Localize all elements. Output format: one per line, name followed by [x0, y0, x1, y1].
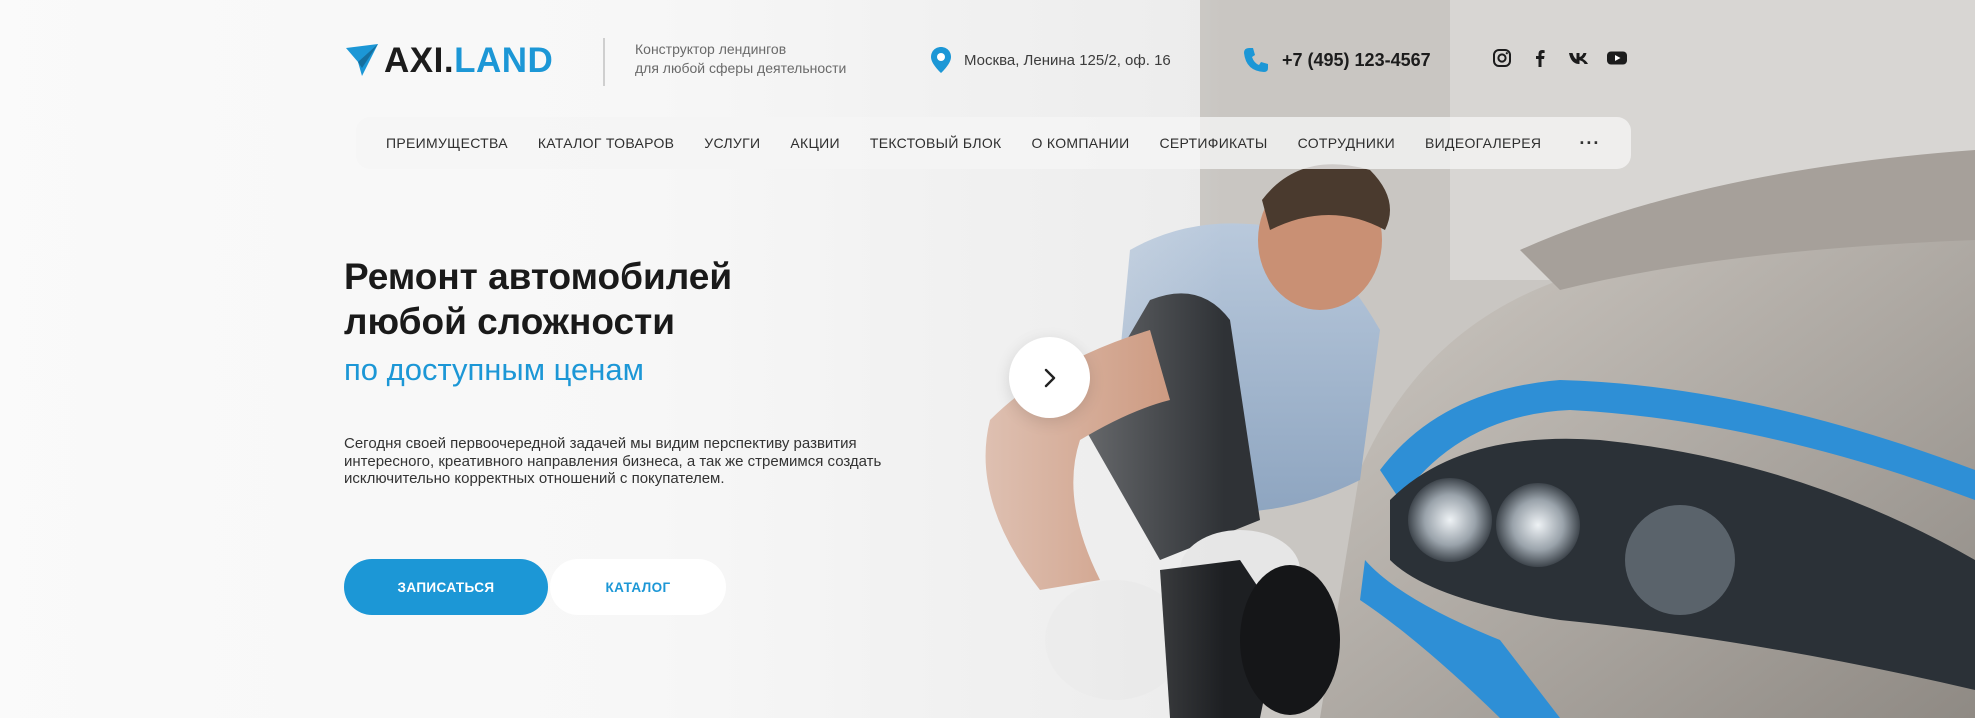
logo[interactable]: AXI.LAND [344, 42, 553, 78]
tagline-line2: для любой сферы деятельности [635, 60, 847, 76]
header-divider [603, 38, 605, 86]
youtube-icon[interactable] [1606, 48, 1627, 68]
nav-item-certificates[interactable]: СЕРТИФИКАТЫ [1159, 135, 1267, 151]
hero-title-line2: любой сложности [344, 301, 675, 342]
paper-plane-icon [346, 44, 378, 76]
phone-number: +7 (495) 123-4567 [1282, 49, 1431, 70]
chevron-right-icon [1044, 368, 1055, 387]
logo-text-part2: LAND [454, 40, 554, 80]
phone-icon [1244, 48, 1268, 72]
nav-item-promotions[interactable]: АКЦИИ [790, 135, 839, 151]
location-pin-icon [931, 47, 951, 73]
main-nav: ПРЕИМУЩЕСТВА КАТАЛОГ ТОВАРОВ УСЛУГИ АКЦИ… [356, 117, 1631, 169]
tagline-line1: Конструктор лендингов [635, 41, 787, 57]
nav-item-text-block[interactable]: ТЕКСТОВЫЙ БЛОК [870, 135, 1002, 151]
logo-text-part1: AXI. [384, 40, 455, 80]
hero-title-line1: Ремонт автомобилей [344, 256, 733, 297]
nav-item-catalog[interactable]: КАТАЛОГ ТОВАРОВ [538, 135, 674, 151]
address-text: Москва, Ленина 125/2, оф. 16 [964, 51, 1171, 69]
social-links [1492, 48, 1627, 68]
nav-item-services[interactable]: УСЛУГИ [704, 135, 760, 151]
catalog-button[interactable]: КАТАЛОГ [550, 559, 726, 615]
address: Москва, Ленина 125/2, оф. 16 [930, 46, 1171, 74]
more-menu-icon[interactable]: ··· [1579, 133, 1600, 154]
facebook-icon[interactable] [1530, 48, 1550, 68]
hero-title-accent: по доступным ценам [344, 352, 644, 387]
phone[interactable]: +7 (495) 123-4567 [1242, 46, 1431, 74]
site-header: AXI.LAND Конструктор лендингов для любой… [0, 0, 1975, 125]
hero-title: Ремонт автомобилей любой сложности [344, 254, 904, 344]
nav-item-staff[interactable]: СОТРУДНИКИ [1298, 135, 1395, 151]
nav-item-video-gallery[interactable]: ВИДЕОГАЛЕРЕЯ [1425, 135, 1541, 151]
tagline: Конструктор лендингов для любой сферы де… [635, 40, 846, 78]
hero-description: Сегодня своей первоочередной задачей мы … [344, 435, 882, 487]
logo-text: AXI.LAND [384, 43, 553, 78]
slider-next-button[interactable] [1009, 337, 1090, 418]
vk-icon[interactable] [1568, 48, 1588, 68]
instagram-icon[interactable] [1492, 48, 1512, 68]
nav-item-about[interactable]: О КОМПАНИИ [1032, 135, 1130, 151]
signup-button[interactable]: ЗАПИСАТЬСЯ [344, 559, 548, 615]
nav-item-advantages[interactable]: ПРЕИМУЩЕСТВА [386, 135, 508, 151]
